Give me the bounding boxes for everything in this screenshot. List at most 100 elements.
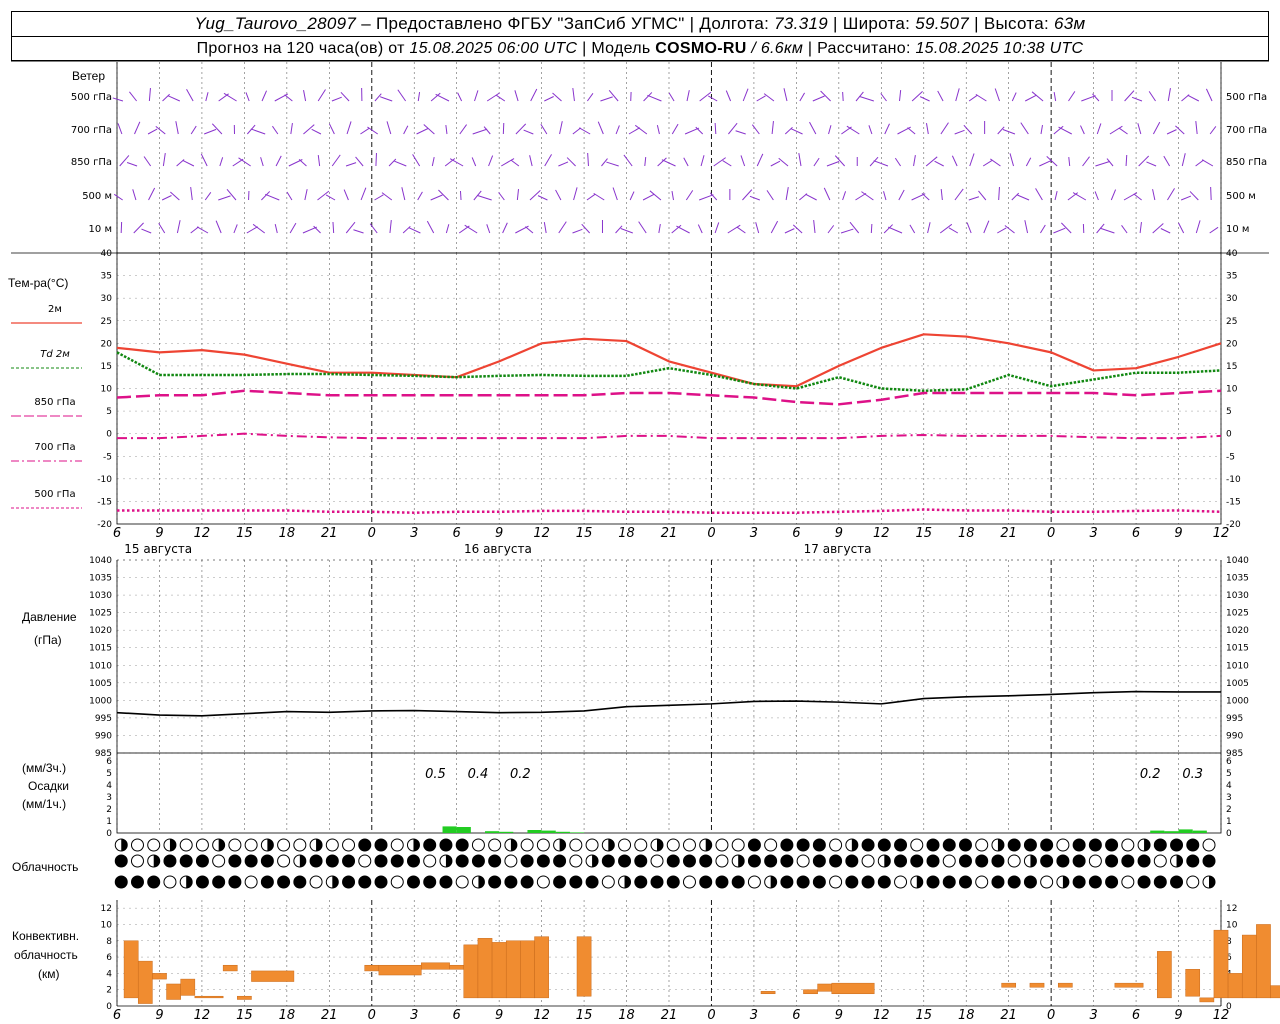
wind-barb [265,193,280,201]
cloud-cover-symbol [1202,838,1216,852]
hour-tick-label-bottom: 18 [618,1008,635,1023]
wind-barb [176,220,181,234]
wind-barb [1139,221,1142,234]
hour-tick-label-bottom: 3 [750,1008,758,1023]
wind-barb [1024,220,1029,234]
cloud-cover-symbol [195,838,209,852]
wind-barb [642,193,655,201]
pressure-tick-left: 1035 [89,574,112,584]
wind-barb [766,190,774,201]
wind-barb [286,191,293,201]
wind-barb [573,187,578,201]
cloud-cover-symbol [829,854,843,868]
cloud-cover-symbol [650,875,664,889]
wind-barb [771,120,774,135]
hour-tick-label: 6 [113,526,121,541]
wind-barb [525,226,534,234]
wind-barb [345,221,356,234]
cloud-cover-half [738,855,745,867]
wind-barb [975,93,987,102]
temp-legend-label: 500 гПа [34,489,75,500]
cloud-cover-half [657,839,664,851]
wind-barb [968,94,978,102]
cloud-cover-symbol [342,875,356,889]
wind-barb [303,90,307,102]
temp-tick-left: 35 [101,272,112,282]
pressure-tick-left: 990 [95,731,112,741]
wind-barb [805,193,817,201]
wind-barb [141,228,152,234]
cloud-cover-symbol [488,875,502,889]
wind-barb [353,229,364,234]
wind-barb [756,153,764,167]
wind-barb [486,224,491,234]
temp-tick-left: -10 [97,475,112,485]
wind-barb [1209,226,1219,234]
conv-bar [123,940,139,999]
wind-barb [849,221,860,234]
conv-bar [166,983,181,1000]
hour-tick-label-bottom: 15 [915,1008,932,1023]
wind-barb [868,125,873,135]
day-label: 16 августа [464,542,532,556]
cloud-cover-symbol [894,854,908,868]
hour-tick-label-bottom: 12 [194,1008,211,1023]
wind-barb [997,126,1005,135]
hour-tick-label: 18 [618,526,635,541]
cloud-cover-symbol [244,838,258,852]
wind-barb [842,191,847,201]
cloud-cover-symbol [926,875,940,889]
cloud-cover-symbol [910,854,924,868]
hour-tick-label-bottom: 12 [1213,1008,1230,1023]
hour-tick-label-bottom: 0 [368,1008,376,1023]
wind-barb [597,121,604,135]
cloud-cover-symbol [894,838,908,852]
precip-tick-right: 5 [1226,769,1232,779]
wind-barb [486,92,500,102]
wind-barb [880,93,887,102]
wind-barb [1167,88,1171,102]
cloud-cover-symbol [471,854,485,868]
wind-barb [792,224,803,234]
wind-barb [1195,120,1198,135]
wind-barb [700,155,705,167]
cloud-cover-symbol [342,854,356,868]
cloud-cover-symbol [1040,854,1054,868]
cloud-cover-symbol [406,854,420,868]
cloud-cover-symbol [1186,838,1200,852]
pressure-tick-left: 1025 [89,609,112,619]
cloud-cover-symbol [195,875,209,889]
wind-barb [615,125,620,135]
precip-bar [541,830,556,833]
wind-barb [572,88,575,102]
wind-barb [708,95,718,102]
wind-barb [438,189,449,201]
cloud-cover-symbol [829,838,843,852]
wind-barb [913,155,916,167]
wind-barb [742,88,749,102]
pressure-tick-left: 1040 [89,556,112,566]
precip-bar [1192,830,1207,833]
cloud-cover-symbol [650,854,664,868]
cloud-cover-symbol [520,875,534,889]
hour-tick-label: 6 [453,526,461,541]
hour-tick-label-bottom: 21 [661,1008,678,1023]
cloud-cover-symbol [1153,838,1167,852]
wind-barb [113,193,123,201]
pressure-tick-right: 1005 [1226,679,1249,689]
wind-barb [1125,154,1128,167]
wind-barb [676,225,690,234]
wind-barb [656,125,660,135]
precip-tick-right: 0 [1226,829,1232,839]
cloud-cover-symbol [569,854,583,868]
wind-barb [755,222,760,234]
precip-tick-left: 2 [106,805,112,815]
wind-barb [1035,188,1043,201]
cloud-cover-symbol [147,838,161,852]
cloud-cover-symbol [845,875,859,889]
wind-barb [514,90,519,102]
pressure-tick-right: 1010 [1226,661,1249,671]
wind-barb [543,222,547,234]
precip-bottom-unit: (мм/1ч.) [22,797,67,811]
cloud-cover-symbol [1137,875,1151,889]
